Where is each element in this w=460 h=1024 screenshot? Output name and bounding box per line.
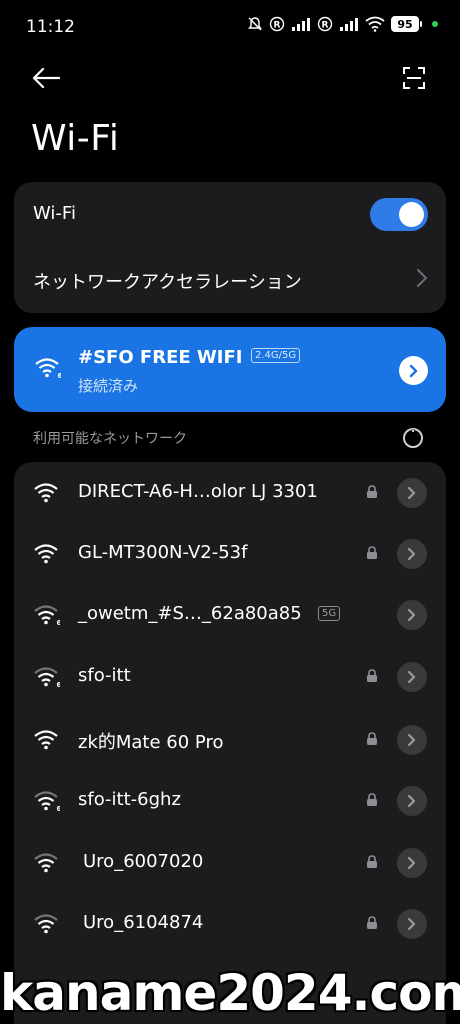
chevron-right-icon bbox=[407, 794, 416, 808]
svg-text:6: 6 bbox=[58, 372, 62, 379]
network-name: Uro_6007020 bbox=[83, 851, 204, 872]
arrow-left-icon bbox=[32, 67, 60, 89]
lock-icon bbox=[367, 485, 377, 498]
chevron-right-icon bbox=[417, 269, 428, 287]
network-acceleration-row[interactable]: ネットワークアクセラレーション bbox=[14, 248, 446, 313]
band-badge: 2.4G/5G bbox=[251, 348, 301, 363]
network-row[interactable]: GL-MT300N-V2-53f bbox=[14, 523, 446, 585]
network-row[interactable]: 6 _owetm_#S…_62a80a85 5G bbox=[14, 584, 446, 646]
wifi-signal-icon bbox=[34, 730, 58, 750]
wifi-signal-icon: 6 bbox=[34, 667, 61, 688]
svg-text:6: 6 bbox=[57, 805, 61, 812]
svg-text:6: 6 bbox=[57, 619, 61, 626]
network-name: GL-MT300N-V2-53f bbox=[78, 542, 248, 563]
wifi-settings-card: Wi-Fi ネットワークアクセラレーション bbox=[14, 182, 446, 313]
status-icons: R R 95 bbox=[247, 16, 438, 32]
network-name: sfo-itt-6ghz bbox=[78, 789, 181, 810]
wifi-signal-icon: 6 bbox=[34, 605, 61, 626]
svg-text:R: R bbox=[322, 21, 329, 31]
network-name: sfo-itt bbox=[78, 665, 131, 686]
scan-icon bbox=[403, 67, 425, 89]
network-row[interactable]: DIRECT-A6-H…olor LJ 3301 bbox=[14, 462, 446, 524]
status-time: 11:12 bbox=[26, 17, 75, 37]
status-bar: 11:12 R R 95 bbox=[0, 0, 460, 52]
connected-ssid: #SFO FREE WIFI bbox=[78, 347, 243, 368]
network-name: Uro_6104874 bbox=[83, 912, 204, 933]
lock-icon bbox=[367, 669, 377, 682]
connected-detail-button[interactable] bbox=[399, 356, 428, 385]
band-tag: 5G bbox=[318, 606, 341, 621]
network-name: _owetm_#S…_62a80a85 bbox=[78, 603, 302, 624]
privacy-indicator-dot bbox=[432, 21, 438, 27]
watermark-text: kaname2024.com bbox=[0, 964, 460, 1022]
network-detail-button[interactable] bbox=[397, 848, 427, 878]
network-name: zk的Mate 60 Pro bbox=[78, 732, 224, 753]
scan-button[interactable] bbox=[398, 62, 430, 94]
chevron-right-icon bbox=[407, 856, 416, 870]
wifi-toggle-label: Wi-Fi bbox=[33, 203, 76, 224]
network-acceleration-label: ネットワークアクセラレーション bbox=[33, 272, 302, 293]
lock-icon bbox=[367, 916, 377, 929]
network-detail-button[interactable] bbox=[397, 600, 427, 630]
available-networks-label: 利用可能なネットワーク bbox=[33, 431, 187, 447]
wifi-signal-icon: 6 bbox=[34, 791, 61, 812]
battery-indicator: 95 bbox=[391, 16, 422, 32]
battery-level: 95 bbox=[391, 16, 419, 32]
network-detail-button[interactable] bbox=[397, 725, 427, 755]
wifi-toggle-row[interactable]: Wi-Fi bbox=[14, 182, 446, 248]
network-detail-button[interactable] bbox=[397, 786, 427, 816]
registered-icon: R bbox=[269, 16, 285, 32]
wifi-6-icon: 6 bbox=[35, 358, 62, 379]
switch-knob bbox=[399, 202, 424, 227]
signal-icon bbox=[292, 18, 310, 31]
connected-network-card[interactable]: 6 #SFO FREE WIFI 2.4G/5G 接続済み bbox=[14, 327, 446, 412]
chevron-right-icon bbox=[407, 670, 416, 684]
chevron-right-icon bbox=[407, 547, 416, 561]
chevron-right-icon bbox=[407, 917, 416, 931]
wifi-status-icon bbox=[365, 16, 385, 32]
network-detail-button[interactable] bbox=[397, 909, 427, 939]
network-row[interactable]: 6 sfo-itt bbox=[14, 646, 446, 708]
wifi-signal-icon bbox=[34, 483, 58, 503]
mute-bell-icon bbox=[248, 17, 262, 31]
refresh-icon[interactable] bbox=[402, 427, 424, 449]
svg-text:6: 6 bbox=[57, 681, 61, 688]
network-row[interactable]: Uro_6104874 bbox=[14, 893, 446, 955]
wifi-signal-icon bbox=[34, 853, 58, 873]
lock-icon bbox=[367, 855, 377, 868]
back-button[interactable] bbox=[28, 62, 64, 94]
lock-icon bbox=[367, 793, 377, 806]
chevron-right-icon bbox=[407, 608, 416, 622]
svg-text:R: R bbox=[274, 21, 281, 31]
lock-icon bbox=[367, 732, 377, 745]
chevron-right-icon bbox=[407, 733, 416, 747]
network-name: DIRECT-A6-H…olor LJ 3301 bbox=[78, 481, 318, 502]
network-detail-button[interactable] bbox=[397, 478, 427, 508]
chevron-right-icon bbox=[407, 486, 416, 500]
wifi-signal-icon bbox=[34, 914, 58, 934]
available-networks-list: DIRECT-A6-H…olor LJ 3301 GL-MT300N-V2-53f… bbox=[14, 462, 446, 1024]
chevron-right-icon bbox=[409, 364, 417, 377]
network-row[interactable]: zk的Mate 60 Pro bbox=[14, 709, 446, 771]
wifi-signal-icon bbox=[34, 544, 58, 564]
page-title: Wi-Fi bbox=[31, 118, 120, 159]
top-bar bbox=[0, 58, 460, 98]
signal-icon-2 bbox=[340, 18, 358, 31]
network-row[interactable]: 6 sfo-itt-6ghz bbox=[14, 770, 446, 832]
network-detail-button[interactable] bbox=[397, 662, 427, 692]
battery-tip bbox=[420, 21, 422, 27]
wifi-toggle-switch[interactable] bbox=[370, 198, 428, 231]
network-detail-button[interactable] bbox=[397, 539, 427, 569]
connection-status: 接続済み bbox=[78, 377, 139, 395]
network-row[interactable]: Uro_6007020 bbox=[14, 832, 446, 894]
registered-icon-2: R bbox=[317, 16, 333, 32]
lock-icon bbox=[367, 546, 377, 559]
